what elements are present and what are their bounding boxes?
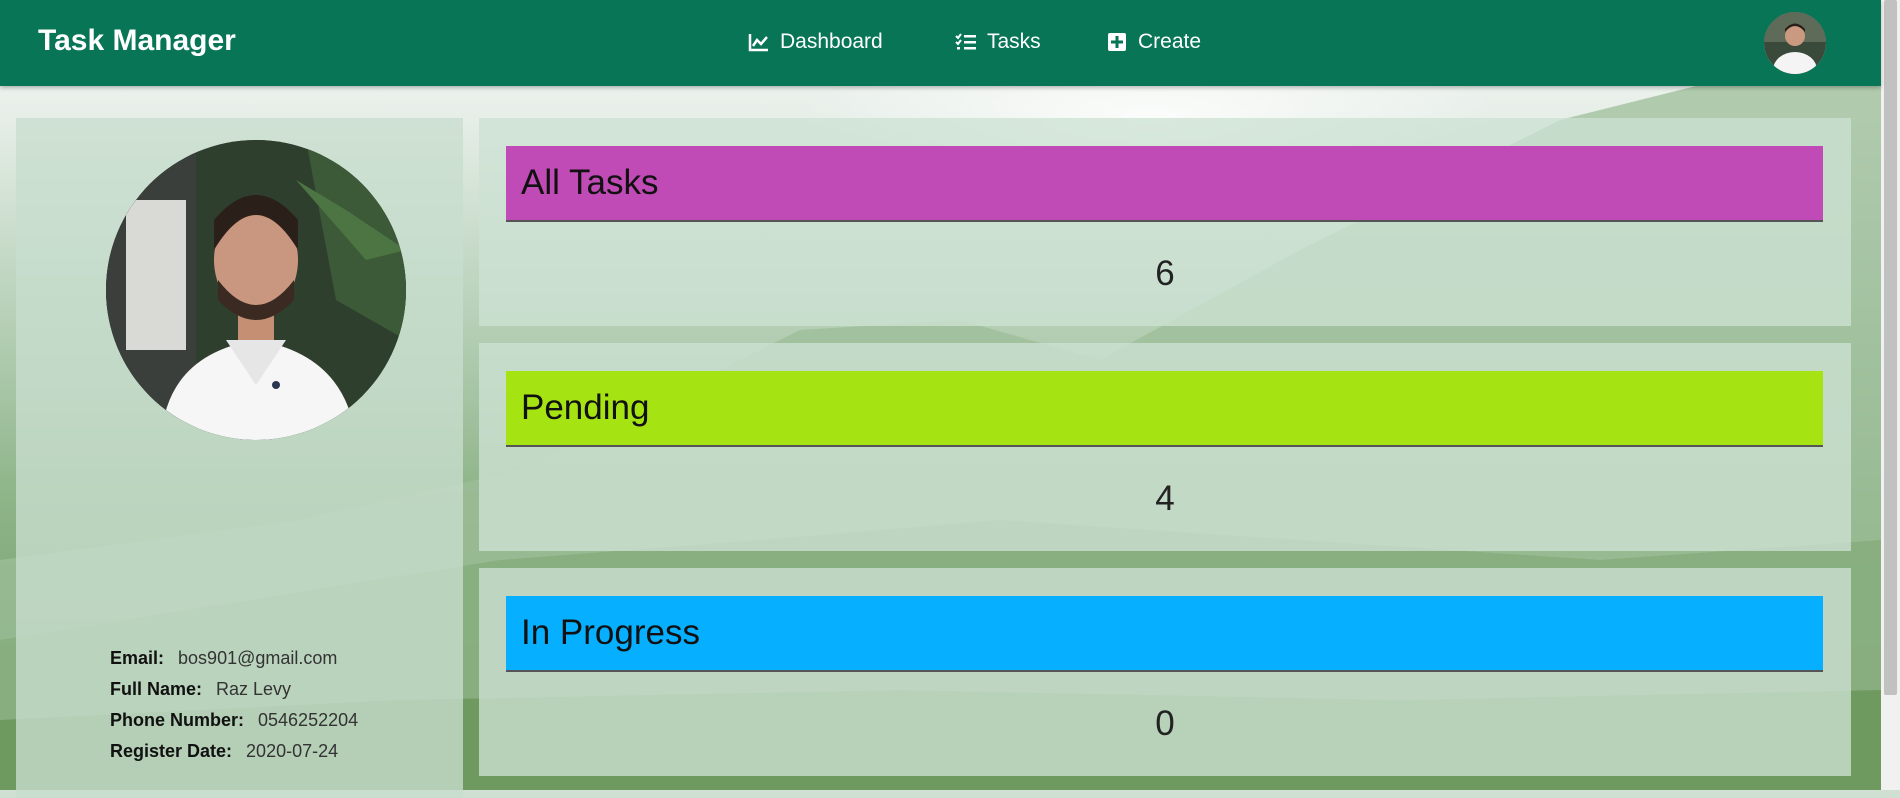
brand-title[interactable]: Task Manager (38, 24, 236, 58)
profile-info: Email: bos901@gmail.com Full Name: Raz L… (110, 648, 358, 772)
fullname-row: Full Name: Raz Levy (110, 679, 358, 710)
fullname-value: Raz Levy (216, 679, 292, 699)
chart-line-icon (748, 34, 768, 52)
nav-create[interactable]: Create (1106, 30, 1201, 54)
nav-dashboard[interactable]: Dashboard (748, 30, 883, 54)
nav-tasks[interactable]: Tasks (955, 30, 1041, 54)
user-avatar[interactable] (1764, 12, 1826, 74)
fullname-label: Full Name: (110, 679, 203, 699)
card-header-pending: Pending (506, 371, 1823, 447)
nav-dashboard-label: Dashboard (780, 30, 883, 53)
profile-photo (106, 140, 406, 440)
card-header-in-progress: In Progress (506, 596, 1823, 672)
profile-panel: Email: bos901@gmail.com Full Name: Raz L… (16, 118, 463, 798)
top-navbar: Task Manager Dashboard Tasks Create (0, 0, 1881, 86)
profile-photo-image (106, 140, 406, 440)
card-count-in-progress: 0 (1155, 704, 1175, 743)
nav-tasks-label: Tasks (987, 30, 1041, 53)
register-date-row: Register Date: 2020-07-24 (110, 741, 358, 772)
card-count-all-tasks: 6 (1155, 254, 1175, 293)
card-count-pending: 4 (1155, 479, 1175, 518)
card-header-all-tasks: All Tasks (506, 146, 1823, 222)
task-list-icon (955, 33, 976, 50)
plus-square-icon (1108, 33, 1126, 51)
phone-label: Phone Number: (110, 710, 245, 730)
phone-row: Phone Number: 0546252204 (110, 710, 358, 741)
avatar-image (1764, 12, 1826, 74)
page-scrollbar[interactable] (1881, 0, 1900, 790)
email-value: bos901@gmail.com (178, 648, 338, 668)
register-date-label: Register Date: (110, 741, 233, 761)
nav-create-label: Create (1138, 30, 1202, 53)
stat-card-all-tasks: All Tasks 6 (479, 118, 1851, 326)
email-row: Email: bos901@gmail.com (110, 648, 358, 679)
email-label: Email: (110, 648, 165, 668)
phone-value: 0546252204 (258, 710, 359, 730)
stat-card-in-progress: In Progress 0 (479, 568, 1851, 776)
register-date-value: 2020-07-24 (246, 741, 339, 761)
stat-card-pending: Pending 4 (479, 343, 1851, 551)
scrollbar-thumb[interactable] (1884, 0, 1897, 695)
